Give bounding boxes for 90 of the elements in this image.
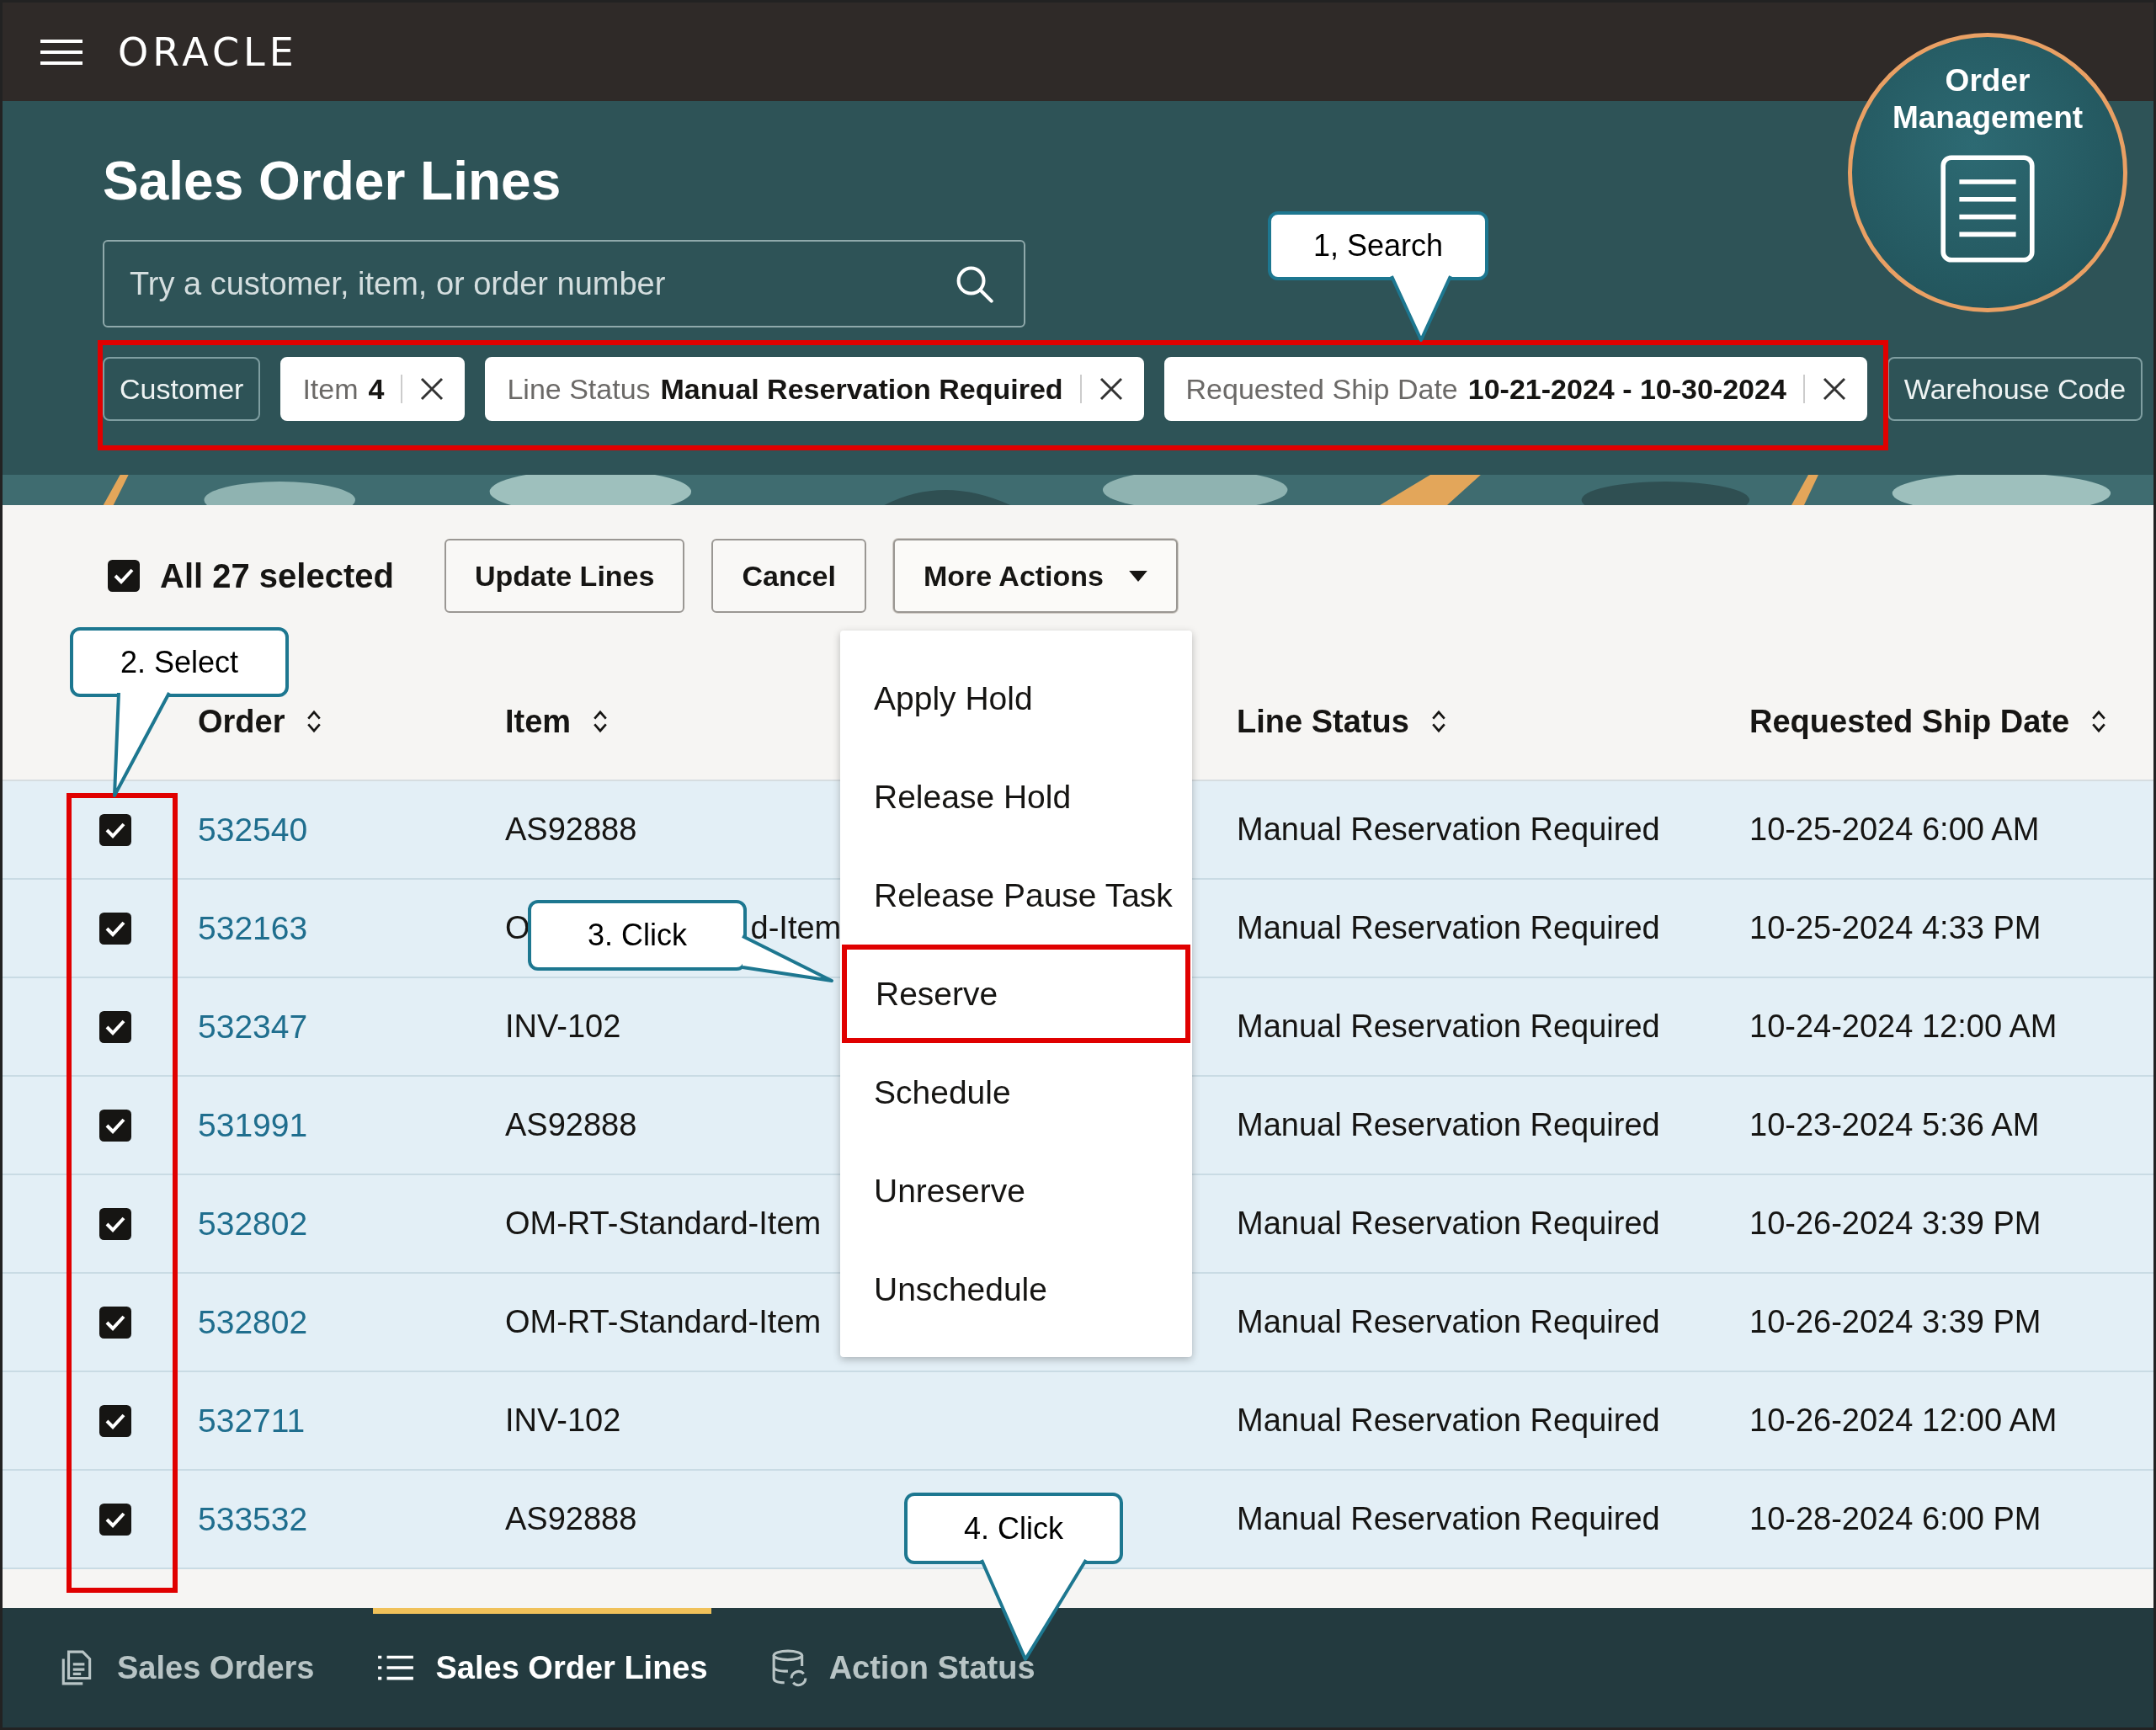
row-checkbox[interactable] — [99, 1503, 131, 1536]
row-checkbox[interactable] — [99, 1306, 131, 1339]
order-link[interactable]: 532540 — [198, 811, 308, 848]
table-cell: Manual Reservation Required — [1237, 1501, 1660, 1537]
caret-icon — [1129, 570, 1147, 582]
menu-item[interactable]: Reserve — [842, 945, 1190, 1043]
more-actions-button[interactable]: More Actions — [892, 539, 1178, 613]
close-icon[interactable] — [1098, 376, 1124, 402]
filter-chip[interactable]: Item 4 — [280, 357, 466, 421]
order-link[interactable]: 532802 — [198, 1205, 308, 1242]
table-cell: Manual Reservation Required — [1237, 812, 1660, 848]
sort-icon[interactable] — [2091, 709, 2107, 734]
row-checkbox[interactable] — [99, 1207, 131, 1240]
menu-icon[interactable] — [40, 39, 83, 65]
filter-chip[interactable]: Warehouse Code — [1887, 357, 2143, 421]
table-cell: Manual Reservation Required — [1237, 1107, 1660, 1143]
nav-tab[interactable]: Action Status — [766, 1608, 1039, 1727]
menu-item[interactable]: Unreserve — [840, 1142, 1192, 1240]
menu-item[interactable]: Unschedule — [840, 1240, 1192, 1339]
sort-icon[interactable] — [1430, 709, 1446, 734]
order-link[interactable]: 532711 — [198, 1402, 306, 1439]
table-cell: O — [505, 910, 530, 946]
action-button[interactable]: Cancel — [711, 539, 866, 613]
filter-label: Warehouse Code — [1903, 372, 2127, 406]
table-cell: 10-25-2024 6:00 AM — [1749, 812, 2040, 848]
search-field[interactable]: Try a customer, item, or order number — [103, 240, 1025, 327]
logo: ORACLE — [118, 29, 298, 75]
close-icon[interactable] — [1821, 376, 1847, 402]
table-cell: 10-25-2024 4:33 PM — [1749, 910, 2042, 946]
menu-item[interactable]: Apply Hold — [840, 649, 1192, 748]
order-link[interactable]: 532163 — [198, 909, 308, 946]
column-header[interactable]: Order — [198, 703, 285, 740]
row-checkbox[interactable] — [99, 1109, 131, 1142]
table-cell: OM-RT-Standard-Item — [505, 1206, 822, 1242]
table-cell: INV-102 — [505, 1403, 621, 1439]
table-cell: Manual Reservation Required — [1237, 1206, 1660, 1242]
table-cell: OM-RT-Standard-Item — [505, 1304, 822, 1340]
row-checkbox[interactable] — [99, 1404, 131, 1437]
menu-item[interactable]: Schedule — [840, 1043, 1192, 1142]
filter-value: Manual Reservation Required — [660, 372, 1063, 406]
table-cell: 10-24-2024 12:00 AM — [1749, 1009, 2058, 1045]
table-cell: 10-26-2024 3:39 PM — [1749, 1206, 2042, 1242]
nav-tab[interactable]: Sales Orders — [55, 1608, 318, 1727]
table-cell: INV-102 — [505, 1009, 621, 1045]
filter-value: 4 — [368, 372, 385, 406]
filter-chip[interactable]: Line Status Manual Reservation Required — [485, 357, 1144, 421]
table-cell: 10-26-2024 12:00 AM — [1749, 1403, 2058, 1439]
table-cell: Manual Reservation Required — [1237, 1403, 1660, 1439]
filter-label: Requested Ship Date — [1185, 372, 1458, 406]
callout-tooltip: 3. Click — [528, 900, 747, 971]
order-link[interactable]: 531991 — [198, 1106, 308, 1143]
filter-label: Item — [302, 372, 359, 406]
select-all-checkbox[interactable] — [108, 560, 140, 592]
order-link[interactable]: 532802 — [198, 1303, 308, 1340]
row-checkbox[interactable] — [99, 912, 131, 945]
table-cell: 10-26-2024 3:39 PM — [1749, 1304, 2042, 1340]
sort-icon[interactable] — [306, 709, 322, 734]
table-cell: AS92888 — [505, 1107, 637, 1143]
menu-item[interactable]: Release Hold — [840, 748, 1192, 846]
sort-icon[interactable] — [593, 709, 609, 734]
table-cell: d-Item — [750, 910, 842, 946]
page-title: Sales Order Lines — [103, 150, 562, 213]
row-checkbox[interactable] — [99, 813, 131, 846]
nav-tab[interactable]: Sales Order Lines — [373, 1608, 711, 1727]
column-header[interactable]: Requested Ship Date — [1749, 703, 2070, 740]
badge-title: Order Management — [1891, 62, 2084, 136]
table-cell: 10-23-2024 5:36 AM — [1749, 1107, 2040, 1143]
filter-label: Customer — [120, 372, 244, 406]
filter-value: 10-21-2024 - 10-30-2024 — [1467, 372, 1786, 406]
callout-tooltip: 4. Click — [904, 1493, 1123, 1564]
order-link[interactable]: 532347 — [198, 1008, 308, 1045]
table-cell: AS92888 — [505, 812, 637, 848]
table-cell: Manual Reservation Required — [1237, 1009, 1660, 1045]
table-cell: 10-28-2024 6:00 PM — [1749, 1501, 2042, 1537]
search-icon[interactable] — [955, 264, 993, 303]
table-cell: Manual Reservation Required — [1237, 910, 1660, 946]
document-icon — [1940, 155, 2035, 263]
selection-count: All 27 selected — [160, 556, 394, 595]
filter-label: Line Status — [507, 372, 651, 406]
row-checkbox[interactable] — [99, 1010, 131, 1043]
filter-chip[interactable]: Requested Ship Date 10-21-2024 - 10-30-2024 — [1163, 357, 1867, 421]
column-header[interactable]: Item — [505, 703, 572, 740]
order-link[interactable]: 533532 — [198, 1500, 308, 1537]
filter-chip[interactable]: Customer — [103, 357, 261, 421]
table-cell: AS92888 — [505, 1501, 637, 1537]
close-icon[interactable] — [419, 376, 445, 402]
column-header[interactable]: Line Status — [1237, 703, 1409, 740]
action-button[interactable]: Update Lines — [444, 539, 685, 613]
menu-item[interactable]: Release Pause Task — [840, 846, 1192, 945]
table-cell: Manual Reservation Required — [1237, 1304, 1660, 1340]
